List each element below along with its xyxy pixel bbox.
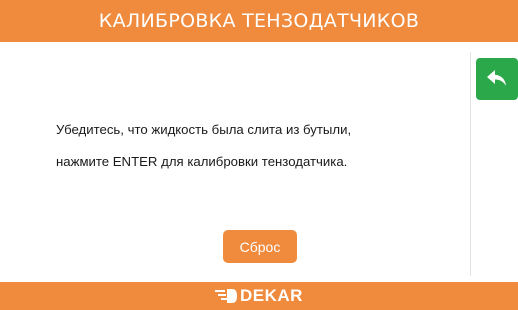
undo-arrow-icon xyxy=(487,70,506,86)
dekar-logo-mark xyxy=(215,289,238,303)
footer-bar: DEKAR xyxy=(0,282,518,310)
brand-logo: DEKAR xyxy=(215,286,303,306)
header-bar: КАЛИБРОВКА ТЕНЗОДАТЧИКОВ xyxy=(0,0,518,42)
instruction-line-2: нажмите ENTER для калибровки тензодатчик… xyxy=(56,154,348,169)
brand-name: DEKAR xyxy=(240,286,303,305)
instruction-line-1: Убедитесь, что жидкость была слита из бу… xyxy=(56,122,352,137)
instruction-message: Убедитесь, что жидкость была слита из бу… xyxy=(56,114,456,178)
back-button[interactable] xyxy=(476,58,518,100)
sidebar-divider xyxy=(470,52,471,276)
page-title: КАЛИБРОВКА ТЕНЗОДАТЧИКОВ xyxy=(98,10,420,32)
reset-button[interactable]: Сброс xyxy=(223,230,297,263)
